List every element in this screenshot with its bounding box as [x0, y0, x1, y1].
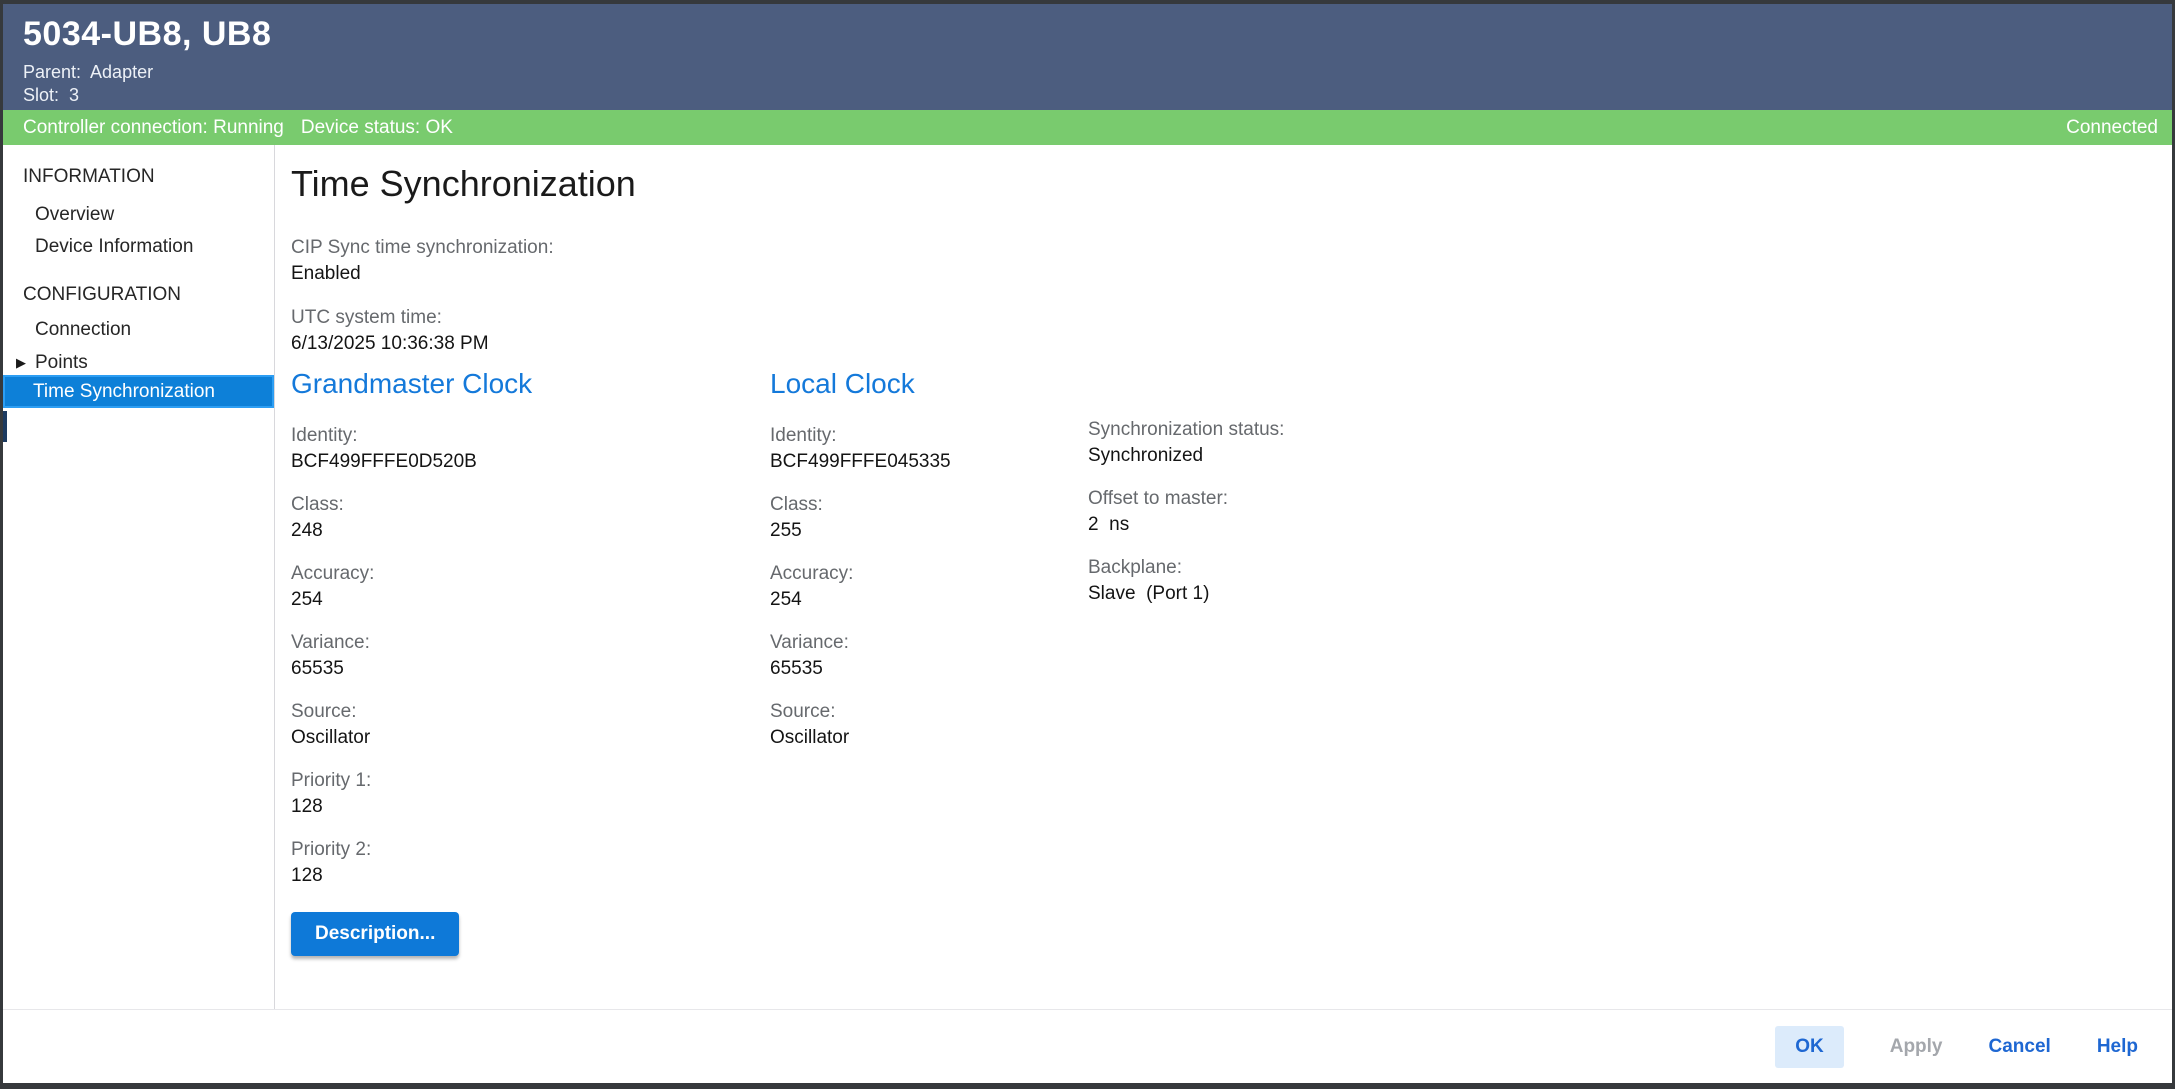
- field-value: BCF499FFFE0D520B: [291, 451, 477, 472]
- apply-button[interactable]: Apply: [1890, 1036, 1943, 1058]
- connection-state: Connected: [2066, 116, 2158, 138]
- field-label: Accuracy:: [291, 563, 375, 584]
- field-value: 128: [291, 865, 323, 886]
- sidebar-item-connection[interactable]: Connection: [35, 318, 131, 342]
- gm-priority2-field: Priority 2: 128: [291, 837, 532, 889]
- sidebar-section-configuration: CONFIGURATION: [23, 284, 181, 305]
- grandmaster-clock-heading: Grandmaster Clock: [291, 368, 533, 399]
- field-value: 128: [291, 796, 323, 817]
- field-label: Synchronization status:: [1088, 419, 1285, 440]
- sidebar-scroll-accent: [3, 411, 7, 442]
- main-area: INFORMATION Overview Device Information …: [3, 145, 2172, 1009]
- sidebar-nav: INFORMATION Overview Device Information …: [3, 145, 275, 1009]
- field-label: Variance:: [770, 632, 849, 653]
- dialog-footer: OK Apply Cancel Help: [3, 1009, 2172, 1083]
- local-identity-field: Identity: BCF499FFFE045335: [770, 423, 951, 475]
- local-class-field: Class: 255: [770, 492, 951, 544]
- controller-connection-status: Controller connection: Running: [23, 116, 284, 138]
- device-title: 5034-UB8, UB8: [23, 15, 272, 53]
- field-label: Identity:: [291, 425, 358, 446]
- gm-source-field: Source: Oscillator: [291, 699, 532, 751]
- field-label: Source:: [291, 701, 357, 722]
- sidebar-item-time-synchronization[interactable]: Time Synchronization: [3, 375, 274, 408]
- device-properties-window: 5034-UB8, UB8 Parent: Adapter Slot: 3 Co…: [0, 0, 2175, 1089]
- status-bar: Controller connection: Running Device st…: [3, 110, 2172, 145]
- field-value: BCF499FFFE045335: [770, 451, 951, 472]
- field-value: 2 ns: [1088, 514, 1130, 535]
- help-button[interactable]: Help: [2097, 1036, 2138, 1058]
- sidebar-item-device-information[interactable]: Device Information: [35, 235, 193, 259]
- time-sync-panel: Time Synchronization CIP Sync time synch…: [275, 145, 2172, 1009]
- page-title: Time Synchronization: [291, 163, 636, 204]
- local-accuracy-field: Accuracy: 254: [770, 561, 951, 613]
- field-value: 6/13/2025 10:36:38 PM: [291, 333, 489, 354]
- grandmaster-clock-section: Grandmaster Clock Identity: BCF499FFFE0D…: [291, 365, 532, 956]
- field-value: Slave (Port 1): [1088, 583, 1210, 604]
- utc-time-field: UTC system time: 6/13/2025 10:36:38 PM: [291, 305, 489, 357]
- field-label: CIP Sync time synchronization:: [291, 237, 554, 258]
- gm-accuracy-field: Accuracy: 254: [291, 561, 532, 613]
- local-source-field: Source: Oscillator: [770, 699, 951, 751]
- device-header: 5034-UB8, UB8 Parent: Adapter Slot: 3: [3, 4, 2172, 110]
- field-label: Priority 1:: [291, 770, 372, 791]
- description-button[interactable]: Description...: [291, 912, 460, 956]
- local-clock-section: Local Clock Identity: BCF499FFFE045335 C…: [770, 365, 951, 768]
- sidebar-item-overview[interactable]: Overview: [35, 203, 114, 227]
- field-label: Offset to master:: [1088, 488, 1229, 509]
- gm-priority1-field: Priority 1: 128: [291, 768, 532, 820]
- device-status: Device status: OK: [300, 116, 453, 138]
- field-value: 254: [770, 589, 802, 610]
- ok-button[interactable]: OK: [1775, 1025, 1844, 1068]
- cancel-button[interactable]: Cancel: [1989, 1036, 2051, 1058]
- gm-variance-field: Variance: 65535: [291, 630, 532, 682]
- field-label: Accuracy:: [770, 563, 854, 584]
- field-value: 65535: [291, 658, 344, 679]
- local-variance-field: Variance: 65535: [770, 630, 951, 682]
- field-value: 255: [770, 520, 802, 541]
- field-label: Class:: [770, 494, 823, 515]
- field-label: Source:: [770, 701, 836, 722]
- field-label: Identity:: [770, 425, 837, 446]
- sync-status-field: Synchronization status: Synchronized: [1088, 417, 1284, 469]
- field-label: UTC system time:: [291, 307, 442, 328]
- field-label: Variance:: [291, 632, 370, 653]
- gm-class-field: Class: 248: [291, 492, 532, 544]
- field-value: Synchronized: [1088, 445, 1204, 466]
- field-value: Enabled: [291, 263, 361, 284]
- points-expand-icon[interactable]: ▶: [16, 351, 26, 375]
- field-label: Class:: [291, 494, 344, 515]
- offset-to-master-field: Offset to master: 2 ns: [1088, 486, 1284, 538]
- sync-status-section: Synchronization status: Synchronized Off…: [1088, 417, 1284, 624]
- sidebar-item-points[interactable]: Points: [35, 351, 88, 375]
- sidebar-section-information: INFORMATION: [23, 166, 155, 187]
- local-clock-heading: Local Clock: [770, 368, 915, 399]
- device-parent: Parent: Adapter: [23, 62, 154, 82]
- field-value: 65535: [770, 658, 823, 679]
- field-value: Oscillator: [770, 727, 850, 748]
- gm-identity-field: Identity: BCF499FFFE0D520B: [291, 423, 532, 475]
- field-label: Backplane:: [1088, 557, 1183, 578]
- field-label: Priority 2:: [291, 839, 372, 860]
- device-slot: Slot: 3: [23, 85, 80, 105]
- field-value: 248: [291, 520, 323, 541]
- field-value: Oscillator: [291, 727, 371, 748]
- field-value: 254: [291, 589, 323, 610]
- backplane-field: Backplane: Slave (Port 1): [1088, 555, 1284, 607]
- cip-sync-field: CIP Sync time synchronization: Enabled: [291, 235, 554, 287]
